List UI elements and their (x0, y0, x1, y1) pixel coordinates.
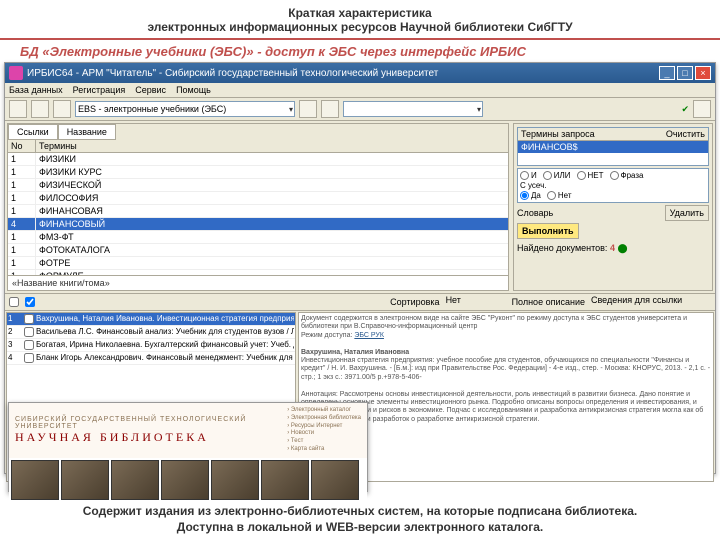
lib-link[interactable]: › Электронный каталог (287, 407, 361, 415)
library-website-overlay: СИБИРСКИЙ ГОСУДАРСТВЕННЫЙ ТЕХНОЛОГИЧЕСКИ… (8, 402, 368, 492)
op-not (577, 171, 586, 180)
thumb (311, 460, 359, 500)
window-title: ИРБИС64 - АРМ "Читатель" - Сибирский гос… (27, 68, 657, 79)
lib-link[interactable]: › Ресурсы Интернет (287, 423, 361, 431)
lib-link[interactable]: › Тест (287, 438, 361, 446)
terms-panel: Ссылки Название NoТермины 1ФИЗИКИ1ФИЗИКИ… (7, 123, 509, 291)
result-row[interactable]: 3Богатая, Ирина Николаевна. Бухгалтерски… (7, 339, 295, 352)
search-combo[interactable] (343, 101, 483, 117)
tool-button[interactable] (299, 100, 317, 118)
lib-nav: › Электронный каталог› Электронная библи… (287, 407, 361, 454)
minimize-button[interactable]: _ (659, 66, 675, 80)
panel-footer: «Название книги/тома» (8, 275, 508, 290)
toolbar: EBS - электронные учебники (ЭБС) ✔ (5, 98, 715, 121)
thumb (211, 460, 259, 500)
op-and (520, 171, 529, 180)
term-row[interactable]: 1ФИЗИЧЕСКОЙ (8, 179, 508, 192)
check2[interactable] (25, 297, 35, 307)
menu-database[interactable]: База данных (9, 85, 63, 95)
titlebar: ИРБИС64 - АРМ "Читатель" - Сибирский гос… (5, 63, 715, 83)
dict-combo[interactable] (557, 206, 660, 220)
term-row[interactable]: 1ФИЛОСОФИЯ (8, 192, 508, 205)
database-combo[interactable]: EBS - электронные учебники (ЭБС) (75, 101, 295, 117)
execute-button[interactable]: Выполнить (517, 223, 579, 239)
lib-link[interactable]: › Новости (287, 430, 361, 438)
thumb (61, 460, 109, 500)
close-button[interactable]: × (695, 66, 711, 80)
op-or (543, 171, 552, 180)
term-row[interactable]: 1ФОТРЕ (8, 257, 508, 270)
query-term[interactable]: ФИНАНСОВ$ (518, 141, 708, 153)
trunc-no (547, 191, 556, 200)
tab-title[interactable]: Название (58, 124, 116, 140)
thumb (11, 460, 59, 500)
tool-button[interactable] (53, 100, 71, 118)
lib-thumbs (9, 458, 367, 502)
term-row[interactable]: 4ФИНАНСОВЫЙ (8, 218, 508, 231)
result-row[interactable]: 2Васильева Л.С. Финансовый анализ: Учебн… (7, 326, 295, 339)
query-panel: Термины запроса Очистить ФИНАНСОВ$ И ИЛИ … (513, 123, 713, 291)
tool-button[interactable] (31, 100, 49, 118)
clear-link[interactable]: Очистить (666, 129, 705, 139)
op-phrase (610, 171, 619, 180)
maximize-button[interactable]: □ (677, 66, 693, 80)
menubar: База данных Регистрация Сервис Помощь (5, 83, 715, 98)
lib-link[interactable]: › Электронная библиотека (287, 415, 361, 423)
term-row[interactable]: 1ФМЗ-ФТ (8, 231, 508, 244)
trunc-yes (520, 191, 529, 200)
thumb (111, 460, 159, 500)
query-box-title: Термины запроса (521, 129, 595, 139)
found-count: Найдено документов: 4 ⬤ (517, 241, 709, 256)
query-options: И ИЛИ НЕТ Фраза С усеч. Да Нет (517, 168, 709, 203)
menu-registration[interactable]: Регистрация (73, 85, 126, 95)
check-icon: ✔ (681, 104, 689, 115)
select-all-check[interactable] (9, 297, 19, 307)
slide-footer: Содержит издания из электронно-библиотеч… (0, 504, 720, 534)
app-icon (9, 66, 23, 80)
result-row[interactable]: 4Бланк Игорь Александрович. Финансовый м… (7, 352, 295, 365)
delete-button[interactable]: Удалить (665, 205, 709, 221)
access-link[interactable]: ЭБС РУК (354, 332, 384, 339)
term-row[interactable]: 1ФИЗИКИ КУРС (8, 166, 508, 179)
menu-service[interactable]: Сервис (135, 85, 166, 95)
tool-button[interactable] (9, 100, 27, 118)
results-toolbar: Сортировка Нет Полное описание Сведения … (5, 293, 715, 311)
slide-header: Краткая характеристикаэлектронных информ… (0, 0, 720, 40)
sort-combo[interactable]: Нет (446, 295, 506, 309)
menu-help[interactable]: Помощь (176, 85, 211, 95)
thumb (161, 460, 209, 500)
tool-button[interactable] (321, 100, 339, 118)
tool-button[interactable] (693, 100, 711, 118)
term-row[interactable]: 1ФОТОКАТАЛОГА (8, 244, 508, 257)
lib-title: НАУЧНАЯ БИБЛИОТЕКА (15, 430, 277, 445)
lib-univ-name: СИБИРСКИЙ ГОСУДАРСТВЕННЫЙ ТЕХНОЛОГИЧЕСКИ… (15, 416, 277, 430)
format-combo[interactable]: Сведения для ссылки (591, 295, 711, 309)
thumb (261, 460, 309, 500)
term-row[interactable]: 1ФИНАНСОВАЯ (8, 205, 508, 218)
lib-link[interactable]: › Карта сайта (287, 446, 361, 454)
term-row[interactable]: 1ФИЗИКИ (8, 153, 508, 166)
tab-links[interactable]: Ссылки (8, 124, 58, 140)
result-row[interactable]: 1Вахрушина, Наталия Ивановна. Инвестицио… (7, 313, 295, 326)
